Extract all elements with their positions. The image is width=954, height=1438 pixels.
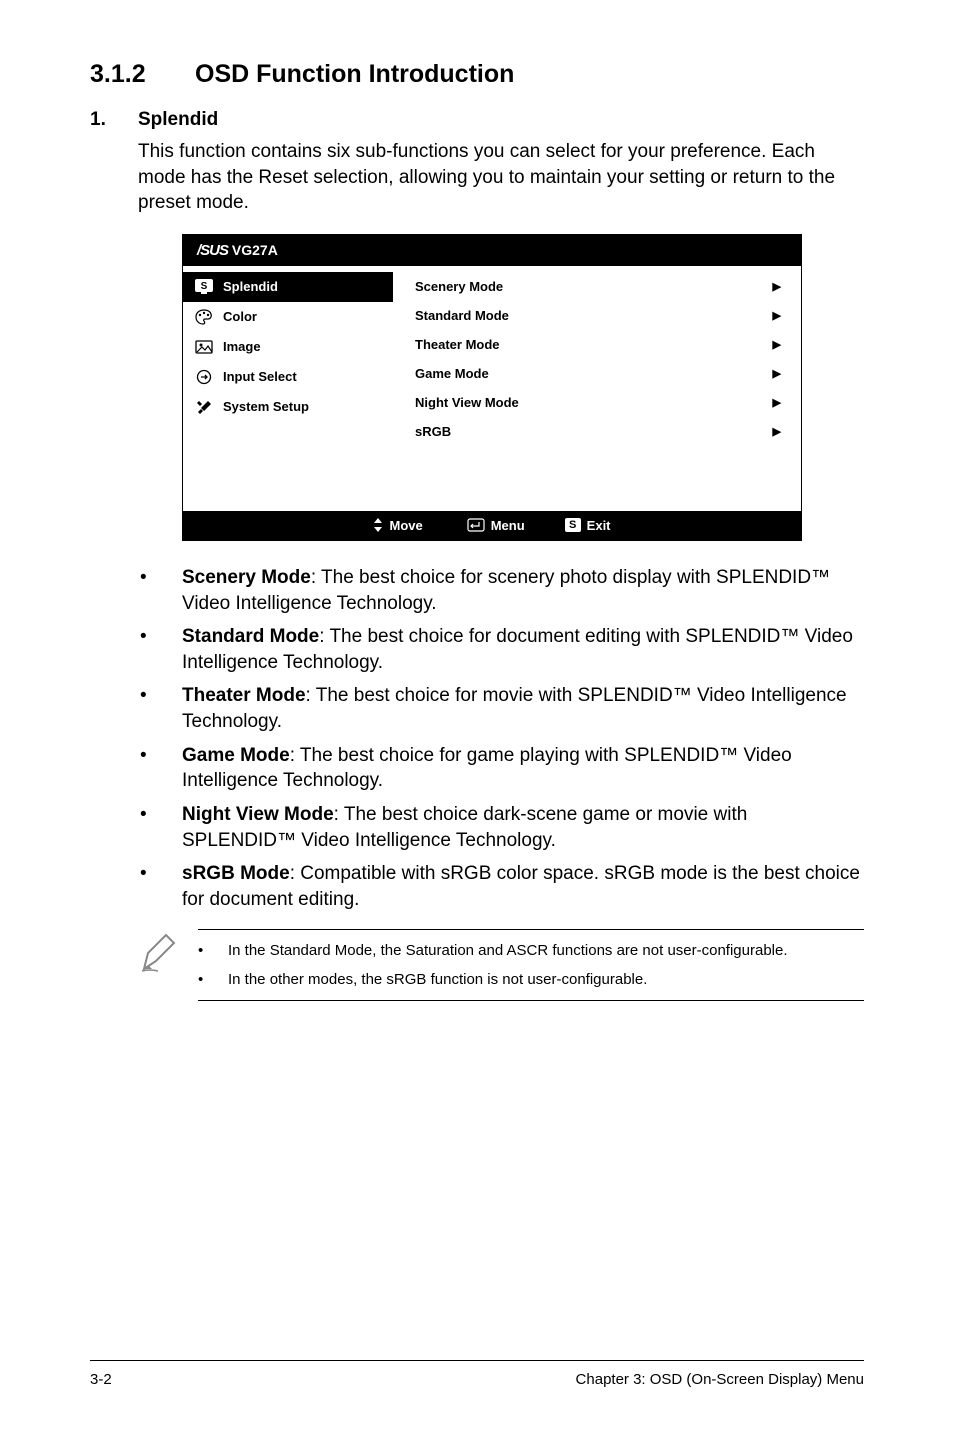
bullet-title: Theater Mode: [182, 685, 306, 706]
list-item: • Scenery Mode: The best choice for scen…: [138, 565, 864, 616]
osd-nav-color[interactable]: Color: [183, 302, 393, 332]
chevron-right-icon: ▶: [773, 309, 781, 322]
page-footer: 3-2 Chapter 3: OSD (On-Screen Display) M…: [90, 1360, 864, 1388]
bullet-title: sRGB Mode: [182, 863, 290, 884]
chevron-right-icon: ▶: [773, 338, 781, 351]
heading-title: OSD Function Introduction: [195, 60, 514, 88]
bullet-text: Theater Mode: The best choice for movie …: [182, 683, 864, 734]
bullet-text: Night View Mode: The best choice dark-sc…: [182, 802, 864, 853]
section-heading: 3.1.2OSD Function Introduction: [90, 60, 864, 89]
osd-model: VG27A: [232, 242, 278, 258]
osd-option-label: Night View Mode: [415, 395, 519, 410]
bullet-title: Night View Mode: [182, 804, 334, 825]
osd-option-night-view-mode[interactable]: Night View Mode ▶: [393, 388, 801, 417]
page-number: 3-2: [90, 1371, 112, 1388]
bullet-text: sRGB Mode: Compatible with sRGB color sp…: [182, 861, 864, 912]
osd-footer-bar: Move Menu S Exit: [183, 511, 801, 540]
palette-icon: [195, 308, 213, 326]
updown-icon: [373, 518, 383, 532]
subsection-number: 1.: [90, 109, 138, 131]
osd-nav-label: Image: [223, 339, 261, 354]
osd-nav-image[interactable]: Image: [183, 332, 393, 362]
note-text: In the other modes, the sRGB function is…: [228, 969, 647, 990]
osd-footer-menu-label: Menu: [491, 518, 525, 533]
enter-icon: [463, 518, 485, 532]
osd-menu-screenshot: /SUS VG27A S Splendid Color Image: [182, 234, 802, 541]
osd-nav-splendid[interactable]: S Splendid: [183, 272, 393, 302]
osd-option-label: Game Mode: [415, 366, 489, 381]
bullet-icon: •: [198, 940, 228, 961]
osd-nav-input-select[interactable]: Input Select: [183, 362, 393, 392]
osd-option-label: sRGB: [415, 424, 451, 439]
chevron-right-icon: ▶: [773, 396, 781, 409]
osd-footer-menu: Menu: [463, 518, 525, 533]
osd-option-scenery-mode[interactable]: Scenery Mode ▶: [393, 272, 801, 301]
bullet-icon: •: [138, 861, 182, 912]
osd-option-srgb[interactable]: sRGB ▶: [393, 417, 801, 446]
bullet-title: Standard Mode: [182, 626, 319, 647]
bullet-icon: •: [198, 969, 228, 990]
subsection-title: Splendid: [138, 109, 218, 130]
osd-title-bar: /SUS VG27A: [183, 235, 801, 266]
osd-option-label: Theater Mode: [415, 337, 500, 352]
list-item: • sRGB Mode: Compatible with sRGB color …: [138, 861, 864, 912]
note-text: In the Standard Mode, the Saturation and…: [228, 940, 788, 961]
bullet-icon: •: [138, 802, 182, 853]
image-icon: [195, 338, 213, 356]
osd-nav-label: System Setup: [223, 399, 309, 414]
list-item: • Night View Mode: The best choice dark-…: [138, 802, 864, 853]
note-item: • In the other modes, the sRGB function …: [198, 969, 864, 990]
bullet-title: Scenery Mode: [182, 567, 311, 588]
osd-body: S Splendid Color Image Input S: [183, 266, 801, 511]
bullet-icon: •: [138, 565, 182, 616]
s-badge-icon: S: [565, 518, 581, 532]
bullet-title: Game Mode: [182, 745, 290, 766]
osd-footer-exit: S Exit: [565, 518, 611, 533]
asus-logo-text: /SUS: [197, 242, 228, 259]
bullet-icon: •: [138, 624, 182, 675]
subsection-heading: 1.Splendid: [90, 109, 864, 131]
mode-description-list: • Scenery Mode: The best choice for scen…: [138, 565, 864, 913]
osd-option-theater-mode[interactable]: Theater Mode ▶: [393, 330, 801, 359]
note-content: • In the Standard Mode, the Saturation a…: [198, 929, 864, 1001]
note-block: • In the Standard Mode, the Saturation a…: [138, 929, 864, 1001]
osd-nav-label: Color: [223, 309, 257, 324]
chevron-right-icon: ▶: [773, 280, 781, 293]
osd-nav-label: Input Select: [223, 369, 297, 384]
bullet-text: Standard Mode: The best choice for docum…: [182, 624, 864, 675]
bullet-icon: •: [138, 743, 182, 794]
list-item: • Theater Mode: The best choice for movi…: [138, 683, 864, 734]
chevron-right-icon: ▶: [773, 367, 781, 380]
osd-option-label: Standard Mode: [415, 308, 509, 323]
osd-option-standard-mode[interactable]: Standard Mode ▶: [393, 301, 801, 330]
osd-right-content: Scenery Mode ▶ Standard Mode ▶ Theater Mod…: [393, 266, 801, 511]
pencil-icon: [138, 929, 180, 975]
osd-option-label: Scenery Mode: [415, 279, 503, 294]
bullet-text: Game Mode: The best choice for game play…: [182, 743, 864, 794]
list-item: • Standard Mode: The best choice for doc…: [138, 624, 864, 675]
list-item: • Game Mode: The best choice for game pl…: [138, 743, 864, 794]
osd-footer-move-label: Move: [389, 518, 422, 533]
osd-nav-label: Splendid: [223, 279, 278, 294]
bullet-icon: •: [138, 683, 182, 734]
chevron-right-icon: ▶: [773, 425, 781, 438]
s-monitor-icon: S: [195, 278, 213, 296]
tools-icon: [195, 398, 213, 416]
intro-paragraph: This function contains six sub-functions…: [138, 139, 864, 216]
bullet-text: Scenery Mode: The best choice for scener…: [182, 565, 864, 616]
chapter-label: Chapter 3: OSD (On-Screen Display) Menu: [576, 1371, 864, 1388]
heading-number: 3.1.2: [90, 60, 195, 89]
osd-nav-system-setup[interactable]: System Setup: [183, 392, 393, 422]
note-item: • In the Standard Mode, the Saturation a…: [198, 940, 864, 961]
input-icon: [195, 368, 213, 386]
osd-footer-exit-label: Exit: [587, 518, 611, 533]
osd-footer-move: Move: [373, 518, 422, 533]
osd-left-nav: S Splendid Color Image Input S: [183, 266, 393, 511]
svg-text:S: S: [201, 281, 208, 292]
osd-option-game-mode[interactable]: Game Mode ▶: [393, 359, 801, 388]
